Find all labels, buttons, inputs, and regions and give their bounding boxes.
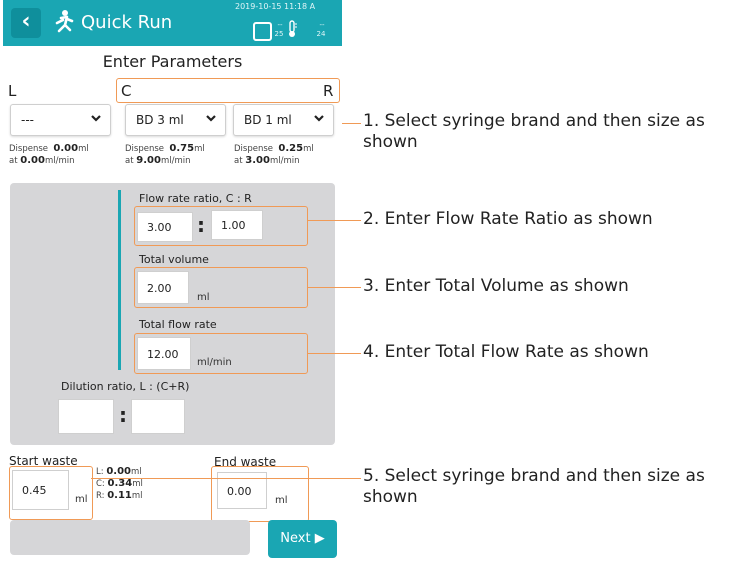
connector-line-4 (308, 353, 361, 354)
highlight-end-waste (211, 466, 309, 522)
status-value-1: 25 (274, 30, 284, 38)
syringe-select-center[interactable]: BD 3 ml (125, 104, 226, 136)
column-label-l: L (8, 82, 17, 100)
back-button[interactable]: ‹ (11, 8, 41, 38)
syringe-select-right-value: BD 1 ml (244, 113, 292, 127)
status-value-2: 24 (316, 30, 326, 38)
dilution-right-input[interactable] (131, 399, 185, 434)
annotation-2: 2. Enter Flow Rate Ratio as shown (363, 209, 653, 229)
highlight-total-flow (134, 333, 308, 374)
dispense-info-center: Dispense 0.75ml at 9.00ml/min (125, 143, 205, 166)
status-indicator-box (253, 22, 272, 41)
running-person-icon (51, 9, 75, 39)
dilution-ratio-label: Dilution ratio, L : (C+R) (61, 380, 190, 393)
annotation-3: 3. Enter Total Volume as shown (363, 276, 629, 296)
dilution-left-input[interactable] (58, 399, 114, 434)
group-indicator-line (118, 190, 121, 370)
app-title: Quick Run (81, 12, 173, 33)
highlight-columns-cr (116, 78, 340, 103)
status-top-2: -- (319, 21, 325, 29)
annotation-1: 1. Select syringe brand and then size as… (363, 111, 705, 153)
connector-line-5 (91, 478, 361, 479)
annotation-1-line-1: 1. Select syringe brand and then size as (363, 111, 705, 131)
annotation-4: 4. Enter Total Flow Rate as shown (363, 342, 649, 362)
annotation-5: 5. Select syringe brand and then size as… (363, 466, 705, 508)
connector-line-3 (308, 287, 361, 288)
app-header: ‹ Quick Run 2019-10-15 11:18 A -- 25 -- … (3, 0, 342, 46)
bottom-message-bar (10, 520, 250, 555)
chevron-down-icon (313, 112, 325, 127)
chevron-down-icon (205, 112, 217, 127)
chevron-down-icon (90, 112, 102, 127)
flow-ratio-label: Flow rate ratio, C : R (139, 192, 252, 205)
annotation-5-line-2: shown (363, 487, 418, 507)
dilution-separator: : (119, 403, 127, 427)
thermometer-icon (287, 20, 297, 42)
annotation-1-line-2: shown (363, 132, 418, 152)
annotation-5-line-1: 5. Select syringe brand and then size as (363, 466, 705, 486)
syringe-select-right[interactable]: BD 1 ml (233, 104, 334, 136)
datetime-readout: 2019-10-15 11:18 A (235, 2, 316, 11)
next-button[interactable]: Next ▶ (268, 520, 337, 558)
syringe-select-left[interactable]: --- (10, 104, 111, 136)
connector-line-1 (342, 123, 361, 124)
status-top-1: -- (277, 21, 283, 29)
highlight-total-volume (134, 267, 308, 308)
total-volume-label: Total volume (139, 253, 209, 266)
syringe-select-center-value: BD 3 ml (136, 113, 184, 127)
highlight-start-waste (9, 466, 93, 520)
highlight-flow-ratio (134, 206, 308, 246)
page-title: Enter Parameters (102, 52, 243, 71)
dispense-info-right: Dispense 0.25ml at 3.00ml/min (234, 143, 314, 166)
dispense-info-left: Dispense 0.00ml at 0.00ml/min (9, 143, 89, 166)
total-flow-label: Total flow rate (139, 318, 217, 331)
waste-breakdown: L: 0.00ml C: 0.34ml R: 0.11ml (96, 466, 143, 501)
connector-line-2 (308, 220, 361, 221)
syringe-select-left-value: --- (21, 113, 34, 127)
